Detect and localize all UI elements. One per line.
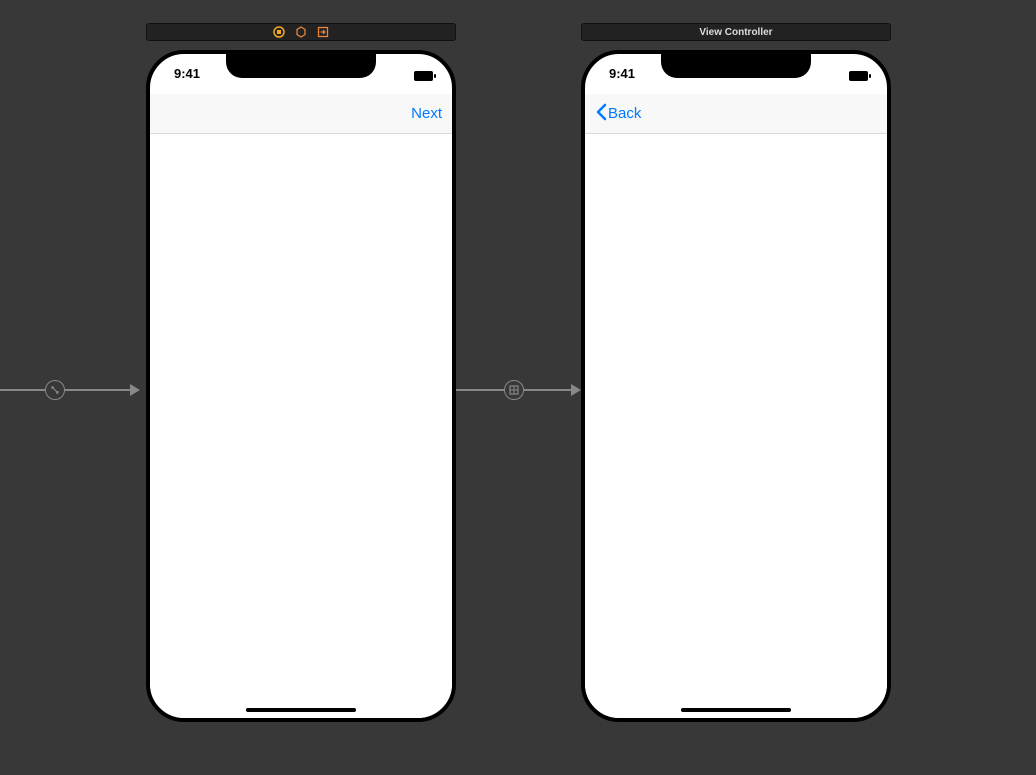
segue-show-arrow[interactable] (456, 378, 581, 402)
exit-icon[interactable] (317, 26, 329, 38)
device-notch (661, 52, 811, 78)
battery-icon (414, 68, 436, 86)
device-notch (226, 52, 376, 78)
home-indicator (681, 708, 791, 712)
storyboard-scene-view-controller[interactable]: View Controller 9:41 Back (581, 23, 891, 722)
home-indicator (246, 708, 356, 712)
next-button-label: Next (411, 105, 442, 122)
next-button[interactable]: Next (411, 105, 442, 122)
status-time: 9:41 (609, 66, 635, 81)
content-view-left[interactable] (150, 134, 452, 718)
content-view-right[interactable] (585, 134, 887, 718)
navigation-bar-right: Back (585, 94, 887, 134)
storyboard-scene-navigation-controller[interactable]: 9:41 Next (146, 23, 456, 722)
view-controller-icon[interactable] (273, 26, 285, 38)
back-button[interactable]: Back (595, 103, 641, 125)
entry-point-icon[interactable] (45, 380, 65, 400)
segue-show-icon (504, 380, 524, 400)
device-frame-left: 9:41 Next (146, 50, 456, 722)
status-time: 9:41 (174, 66, 200, 81)
back-button-label: Back (608, 105, 641, 122)
scene-title: View Controller (699, 27, 772, 38)
scene-header-right[interactable]: View Controller (581, 23, 891, 41)
scene-header-left[interactable] (146, 23, 456, 41)
chevron-back-icon (595, 103, 607, 125)
battery-icon (849, 68, 871, 86)
device-frame-right: 9:41 Back (581, 50, 891, 722)
navigation-bar-left: Next (150, 94, 452, 134)
first-responder-icon[interactable] (295, 26, 307, 38)
storyboard-entry-arrow (0, 378, 140, 402)
